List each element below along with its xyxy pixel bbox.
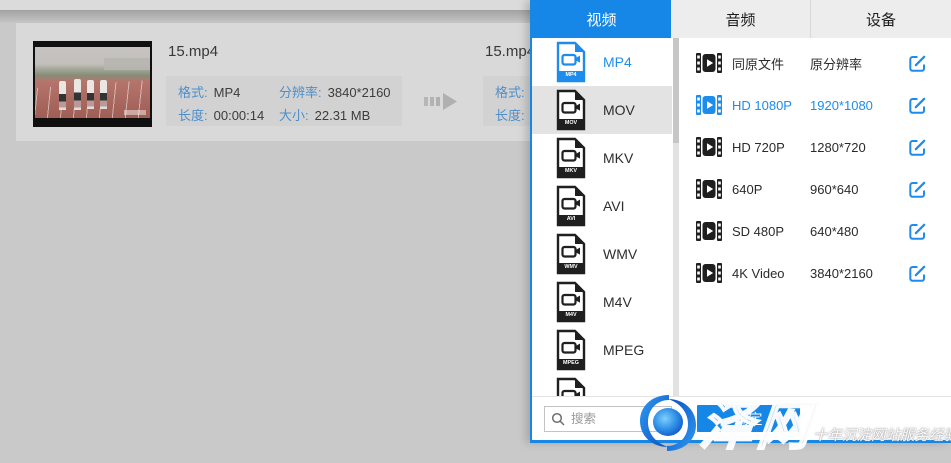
search-box bbox=[544, 406, 672, 432]
filmstrip-icon bbox=[696, 53, 722, 73]
file-format-icon: M4V bbox=[554, 281, 588, 323]
resolution-value: 3840*2160 bbox=[328, 84, 391, 102]
profile-4k-video[interactable]: 4K Video 3840*2160 bbox=[682, 252, 951, 294]
tab-device[interactable]: 设备 bbox=[811, 0, 951, 38]
size-label: 大小: bbox=[279, 107, 309, 125]
duration-label: 长度: bbox=[495, 107, 525, 125]
format-label: 格式: bbox=[178, 84, 208, 102]
format-item-mpeg[interactable]: MPEG MPEG bbox=[532, 326, 672, 374]
format-item-m4v[interactable]: M4V M4V bbox=[532, 278, 672, 326]
size-value: 22.31 MB bbox=[315, 107, 371, 125]
format-item-wmv[interactable]: WMV WMV bbox=[532, 230, 672, 278]
format-item-mp4[interactable]: MP4 MP4 bbox=[532, 38, 672, 86]
convert-arrow-icon bbox=[424, 89, 460, 113]
profile-list: 同原文件 原分辨率 HD 1080P 1920*1080 bbox=[682, 38, 951, 397]
edit-profile-icon[interactable] bbox=[908, 54, 927, 73]
resolution-label: 分辨率: bbox=[279, 84, 322, 102]
file-format-icon: MPEG bbox=[554, 329, 588, 371]
popup-footer: 确定 bbox=[532, 396, 951, 440]
app-window: 15.mp4 格式: MP4 分辨率: 3840*2160 长度: 00:00:14 … bbox=[0, 0, 951, 463]
confirm-button[interactable]: 确定 bbox=[697, 405, 800, 432]
format-value: MP4 bbox=[214, 84, 241, 102]
video-thumbnail bbox=[33, 41, 152, 127]
file-format-icon bbox=[554, 377, 588, 397]
popup-tabbar: 视频 音频 设备 bbox=[532, 0, 951, 38]
profile-640p[interactable]: 640P 960*640 bbox=[682, 168, 951, 210]
filmstrip-icon bbox=[696, 95, 722, 115]
video-thumbnail-image bbox=[35, 47, 150, 118]
edit-profile-icon[interactable] bbox=[908, 138, 927, 157]
duration-value: 00:00:14 bbox=[214, 107, 265, 125]
format-item-mkv[interactable]: MKV MKV bbox=[532, 134, 672, 182]
source-file-title: 15.mp4 bbox=[168, 43, 218, 60]
file-format-icon: WMV bbox=[554, 233, 588, 275]
tab-audio[interactable]: 音频 bbox=[671, 0, 811, 38]
edit-profile-icon[interactable] bbox=[908, 96, 927, 115]
format-list-scrollbar[interactable] bbox=[673, 38, 679, 396]
file-format-icon: AVI bbox=[554, 185, 588, 227]
file-format-icon: MP4 bbox=[554, 41, 588, 83]
file-format-icon: MOV bbox=[554, 89, 588, 131]
search-icon bbox=[551, 412, 565, 426]
thumbnail-watermark bbox=[124, 110, 146, 115]
filmstrip-icon bbox=[696, 263, 722, 283]
profile-hd-1080p[interactable]: HD 1080P 1920*1080 bbox=[682, 84, 951, 126]
format-item-mov[interactable]: MOV MOV bbox=[532, 86, 672, 134]
filmstrip-icon bbox=[696, 179, 722, 199]
edit-profile-icon[interactable] bbox=[908, 264, 927, 283]
filmstrip-icon bbox=[696, 137, 722, 157]
profile-hd-720p[interactable]: HD 720P 1280*720 bbox=[682, 126, 951, 168]
profile-same-as-source[interactable]: 同原文件 原分辨率 bbox=[682, 42, 951, 84]
format-item-avi[interactable]: AVI AVI bbox=[532, 182, 672, 230]
profile-sd-480p[interactable]: SD 480P 640*480 bbox=[682, 210, 951, 252]
search-input[interactable] bbox=[569, 411, 671, 427]
output-format-popup: 视频 音频 设备 MP4 MP4 bbox=[530, 0, 951, 443]
duration-label: 长度: bbox=[178, 107, 208, 125]
target-file-title: 15.mp4 bbox=[485, 43, 535, 60]
format-list: MP4 MP4 MOV MOV bbox=[532, 38, 672, 397]
source-file-info: 格式: MP4 分辨率: 3840*2160 长度: 00:00:14 大小: 22.3… bbox=[166, 76, 402, 126]
format-item-partial[interactable] bbox=[532, 374, 672, 397]
edit-profile-icon[interactable] bbox=[908, 180, 927, 199]
file-format-icon: MKV bbox=[554, 137, 588, 179]
format-label: 格式: bbox=[495, 84, 525, 102]
filmstrip-icon bbox=[696, 221, 722, 241]
edit-profile-icon[interactable] bbox=[908, 222, 927, 241]
tab-video[interactable]: 视频 bbox=[532, 0, 671, 38]
